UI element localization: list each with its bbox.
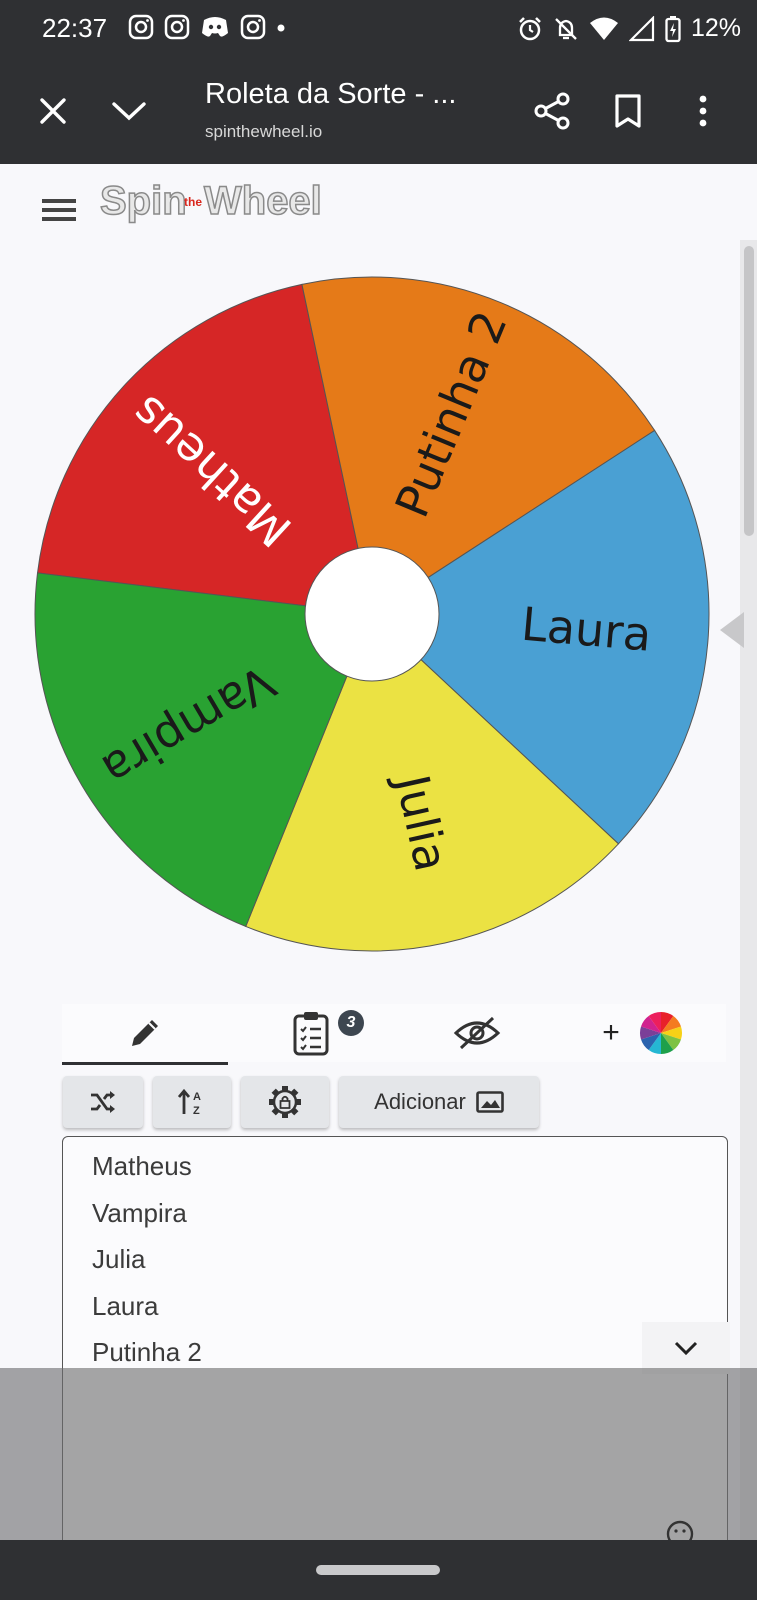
tab-edit[interactable]	[62, 1004, 228, 1062]
sort-button[interactable]: AZ	[153, 1076, 231, 1128]
entry-line: Julia	[92, 1244, 146, 1274]
dot-icon	[277, 24, 285, 32]
instagram-icon	[240, 14, 266, 40]
gear-body	[272, 1089, 298, 1115]
svg-text:A: A	[193, 1091, 201, 1103]
home-gesture-handle[interactable]	[316, 1565, 440, 1575]
close-icon	[40, 98, 66, 124]
share-button[interactable]	[525, 84, 579, 138]
emoji-icon	[666, 1520, 694, 1540]
close-button[interactable]	[26, 84, 80, 138]
chevron-down-icon	[674, 1341, 698, 1356]
image-icon	[476, 1091, 504, 1113]
notification-icons	[128, 14, 286, 40]
page-url: spinthewheel.io	[205, 122, 323, 141]
entry-line: Putinha 2	[92, 1337, 202, 1367]
pencil-icon	[132, 1020, 158, 1046]
system-nav-bar	[0, 1540, 757, 1600]
gear-lock-icon	[269, 1086, 301, 1118]
settings-button[interactable]	[241, 1076, 329, 1128]
bell-off-icon	[555, 17, 577, 40]
add-image-label: Adicionar	[374, 1089, 466, 1114]
entry-line: Vampira	[92, 1197, 187, 1228]
status-time: 22:37	[42, 13, 108, 43]
entry-line: Laura	[92, 1290, 159, 1321]
wifi-icon	[589, 17, 618, 40]
dim-overlay	[0, 1368, 757, 1540]
shuffle-icon	[91, 1091, 115, 1113]
minimize-button[interactable]	[102, 84, 156, 138]
results-count-badge: 3	[338, 1010, 364, 1036]
bookmark-button[interactable]	[601, 84, 655, 138]
more-vertical-icon	[699, 95, 707, 127]
entry-line: Matheus	[92, 1151, 192, 1181]
battery-icon	[665, 15, 681, 42]
bookmark-icon	[615, 94, 641, 128]
sort-alpha-icon: AZ	[177, 1088, 201, 1116]
wheel-center-hub[interactable]	[304, 546, 440, 682]
system-icons: 12%	[517, 14, 741, 43]
battery-percentage: 12%	[690, 14, 741, 42]
clipboard-list-icon	[293, 1012, 329, 1056]
discord-icon	[202, 17, 228, 37]
tab-hide[interactable]	[394, 1004, 560, 1062]
active-tab-indicator	[62, 1062, 228, 1065]
page-title: Roleta da Sorte - ...	[205, 78, 457, 110]
browser-app-bar: Roleta da Sorte - ... spinthewheel.io	[0, 58, 757, 164]
add-image-button[interactable]: Adicionar	[339, 1076, 539, 1128]
svg-text:Z: Z	[193, 1105, 200, 1116]
wheel-segment-label: Laura	[519, 597, 653, 662]
spin-wheel[interactable]: Matheus Putinha 2LauraJuliaVampira	[0, 164, 757, 994]
share-icon	[534, 92, 570, 130]
wheel-pointer	[720, 612, 744, 648]
status-bar: 22:37 12%	[0, 0, 757, 58]
instagram-icon	[164, 14, 190, 40]
tabs-bar: +	[62, 1004, 726, 1062]
tab-results[interactable]	[228, 1004, 394, 1062]
shuffle-button[interactable]	[63, 1076, 143, 1128]
color-wheel-icon	[639, 1012, 682, 1054]
chevron-down-icon	[112, 102, 146, 121]
more-menu-button[interactable]	[676, 84, 730, 138]
tab-add-color[interactable]: +	[560, 1004, 726, 1062]
signal-icon	[628, 15, 655, 41]
instagram-icon	[128, 14, 154, 40]
add-label: +	[602, 1016, 620, 1049]
alarm-icon	[519, 16, 541, 40]
eye-off-icon	[453, 1016, 501, 1050]
collapse-button[interactable]	[642, 1322, 730, 1374]
